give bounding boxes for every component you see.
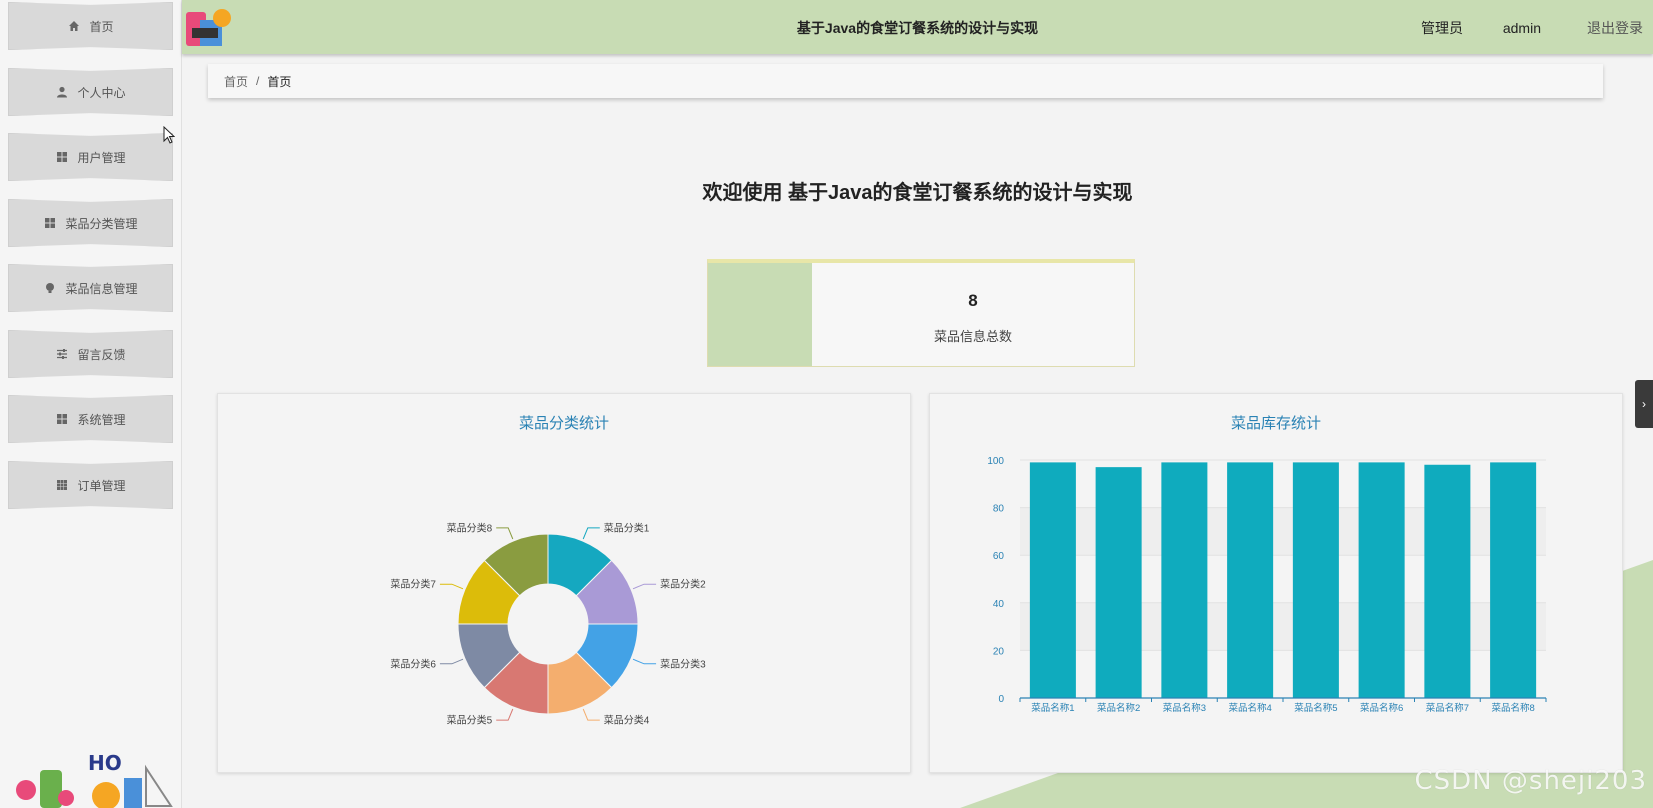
sidebar-item-label: 个人中心 <box>77 85 126 100</box>
breadcrumb-current: 首页 <box>267 74 292 89</box>
x-tick-label: 菜品名称5 <box>1294 702 1337 714</box>
username: admin <box>1502 20 1541 36</box>
pie-label-line <box>439 583 464 590</box>
sidebar-item-users[interactable]: 用户管理 <box>8 133 173 181</box>
x-tick-label: 菜品名称3 <box>1163 702 1206 714</box>
bulb-icon <box>43 281 57 295</box>
x-tick-label: 菜品名称2 <box>1097 702 1140 714</box>
y-tick-label: 40 <box>993 599 1005 610</box>
drawer-toggle[interactable]: › <box>1635 380 1653 428</box>
stock-bar-card: 菜品库存统计 0 20 40 60 80 100 菜品名称1 菜品名称2 菜品名称3 菜品名称4 菜… <box>929 393 1623 773</box>
mouse-cursor-icon <box>163 126 175 144</box>
pie-label-line <box>582 708 600 721</box>
y-tick-label: 60 <box>993 551 1005 562</box>
breadcrumb-root[interactable]: 首页 <box>224 73 248 90</box>
table-icon <box>55 478 69 492</box>
chevron-right-icon: › <box>1642 397 1646 411</box>
y-tick-label: 100 <box>987 456 1004 467</box>
pie-label-line <box>632 583 657 590</box>
bar[interactable] <box>1161 462 1208 698</box>
sidebar-item-dish-category[interactable]: 菜品分类管理 <box>8 199 173 247</box>
sidebar-item-home[interactable]: 首页 <box>8 2 173 50</box>
grid-icon <box>55 412 69 426</box>
breadcrumb: 首页 / 首页 <box>208 64 1603 98</box>
sidebar-item-label: 订单管理 <box>77 478 126 493</box>
pie-label: 菜品分类5 <box>447 714 493 727</box>
y-tick-label: 0 <box>998 694 1004 705</box>
pie-label: 菜品分类3 <box>660 657 706 670</box>
y-tick-label: 20 <box>993 646 1005 657</box>
bar[interactable] <box>1029 462 1076 698</box>
pie-label: 菜品分类6 <box>390 657 436 670</box>
home-icon <box>67 19 81 33</box>
sidebar-item-label: 留言反馈 <box>77 347 126 362</box>
pie-label: 菜品分类7 <box>390 578 436 591</box>
pie-label-line <box>496 708 514 721</box>
x-tick-label: 菜品名称6 <box>1360 702 1403 714</box>
logout-button[interactable]: 退出登录 <box>1587 0 1643 56</box>
bar[interactable] <box>1424 464 1471 698</box>
x-tick-label: 菜品名称8 <box>1491 702 1534 714</box>
sidebar: 首页 个人中心 用户管理 菜品分类管理 菜品信息管理 留言反馈 系统管理 订单管… <box>0 0 182 808</box>
bar[interactable] <box>1227 462 1274 698</box>
sliders-icon <box>55 347 69 361</box>
sidebar-item-feedback[interactable]: 留言反馈 <box>8 330 173 378</box>
pie-label-line <box>439 658 464 665</box>
y-tick-label: 80 <box>993 504 1005 515</box>
stat-label: 菜品信息总数 <box>933 329 1012 344</box>
category-pie-chart: 菜品分类1 菜品分类2 菜品分类3 菜品分类4 菜品分类5 菜品分类6 菜品分类7 菜品分类8 <box>390 521 706 727</box>
sidebar-item-profile[interactable]: 个人中心 <box>8 68 173 116</box>
dish-count-card: 8 菜品信息总数 <box>707 259 1135 367</box>
pie-label: 菜品分类2 <box>660 578 706 591</box>
bar[interactable] <box>1095 467 1142 698</box>
sidebar-item-label: 菜品分类管理 <box>65 216 138 231</box>
sidebar-item-label: 用户管理 <box>77 150 126 165</box>
svg-text:HO: HO <box>88 751 122 775</box>
pie-label: 菜品分类8 <box>447 521 493 534</box>
abc-logo-illustration: HO <box>16 751 173 808</box>
bar[interactable] <box>1490 462 1537 698</box>
pie-label-line <box>496 527 514 540</box>
sidebar-item-dish-info[interactable]: 菜品信息管理 <box>8 264 173 312</box>
sidebar-item-system[interactable]: 系统管理 <box>8 395 173 443</box>
stock-bar-chart: 0 20 40 60 80 100 菜品名称1 菜品名称2 菜品名称3 菜品名称4 菜品名称5 菜品名… <box>987 456 1547 714</box>
welcome-heading: 欢迎使用 基于Java的食堂订餐系统的设计与实现 <box>702 182 1133 204</box>
watermark: CSDN @sheji203 <box>1414 766 1647 796</box>
pie-label: 菜品分类1 <box>604 521 650 534</box>
category-pie-card: 菜品分类统计 菜品分类1 菜品分类2 菜品分类3 菜品分类4 菜品分类5 菜品分类6 菜品分… <box>217 393 911 773</box>
grid-icon <box>43 216 57 230</box>
sidebar-item-label: 菜品信息管理 <box>65 281 138 296</box>
bar[interactable] <box>1292 462 1339 698</box>
sidebar-item-orders[interactable]: 订单管理 <box>8 461 173 509</box>
sidebar-item-label: 系统管理 <box>77 412 126 427</box>
sidebar-item-label: 首页 <box>89 19 114 34</box>
user-icon <box>55 85 69 99</box>
pie-label-line <box>582 527 600 540</box>
top-header: 基于Java的食堂订餐系统的设计与实现 管理员 admin 退出登录 <box>182 0 1653 54</box>
stat-value: 8 <box>968 291 978 310</box>
pie-label: 菜品分类4 <box>604 714 650 727</box>
bar[interactable] <box>1358 462 1405 698</box>
pie-label-line <box>632 658 657 665</box>
x-tick-label: 菜品名称4 <box>1228 702 1271 714</box>
user-role: 管理员 <box>1421 20 1463 36</box>
x-tick-label: 菜品名称7 <box>1426 702 1469 714</box>
x-tick-label: 菜品名称1 <box>1031 702 1074 714</box>
stat-color-block <box>708 263 812 366</box>
grid-icon <box>55 150 69 164</box>
breadcrumb-separator: / <box>256 74 260 88</box>
